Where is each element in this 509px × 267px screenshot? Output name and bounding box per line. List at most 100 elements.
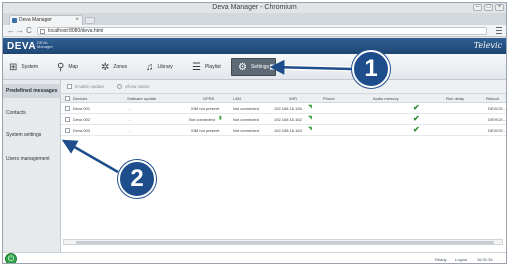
software-update: - [129, 106, 131, 111]
browser-window: Deva Manager - Chromium – □ × Deva Manag… [2, 2, 507, 264]
window-titlebar: Deva Manager - Chromium – □ × [3, 3, 506, 13]
back-icon[interactable]: ← [7, 26, 15, 35]
favicon-icon [12, 18, 17, 23]
show-status-button[interactable]: Show status [117, 84, 150, 89]
address-bar: ← → C localhost:8080/deva.html [3, 25, 506, 37]
brand-logo: DEVA [7, 41, 37, 52]
panel-toolbar: Enable update Show status [61, 80, 506, 94]
tab-strip: Deva Manager × [3, 13, 506, 25]
power-icon[interactable]: ⏻ [5, 253, 17, 263]
tab-map-label: Map [68, 64, 79, 70]
show-status-label: Show status [125, 84, 150, 89]
column-header[interactable]: Phone [323, 96, 335, 101]
window-title: Deva Manager - Chromium [212, 4, 297, 11]
table-header: Devices Software update GPRS LAN WiFi Ph… [61, 94, 506, 103]
status-ready: Ready [435, 257, 447, 262]
audio-ok-check-icon: ✔ [413, 114, 420, 123]
wifi-address: 192.168.16.164 [274, 128, 302, 133]
gprs-status: SIM not present [191, 106, 220, 111]
table-row[interactable]: Deva 003 - SIM not present Not connected… [61, 125, 506, 136]
gprs-status: SIM not present [191, 128, 220, 133]
lan-status: Not connected [233, 128, 259, 133]
sidebar-item-system-settings[interactable]: System settings [6, 132, 41, 138]
network-icon: ⊞ [9, 61, 18, 73]
browser-menu-icon[interactable] [496, 27, 502, 34]
tab-system-label: System [21, 64, 39, 70]
wifi-signal-icon: ◥ [308, 115, 312, 121]
refresh-icon [117, 84, 122, 89]
app-header: DEVA DEVA Manager Televic [3, 38, 506, 54]
enable-update-button[interactable]: Enable update [67, 84, 104, 89]
zones-icon: ✲ [101, 61, 110, 73]
software-update: - [129, 117, 131, 122]
reboot-status: DEVICE... [488, 128, 507, 133]
sidebar-item-users-management[interactable]: Users management [6, 156, 50, 162]
playlist-icon: ☰ [192, 61, 201, 73]
lan-status: Not connected [233, 106, 259, 111]
url-text: localhost:8080/deva.html [48, 28, 104, 34]
callout-badge-2: 2 [118, 160, 156, 198]
wifi-signal-icon: ◥ [308, 126, 312, 132]
tab-library[interactable]: ♫ Library [146, 58, 173, 76]
tab-playlist-label: Playlist [204, 64, 221, 70]
reboot-status: DEVICE... [488, 106, 507, 111]
column-header[interactable]: Reboot [486, 96, 499, 101]
tab-library-label: Library [157, 64, 173, 70]
main-nav: ⊞ System ⚲ Map ✲ Zones ♫ Library ☰ Playl… [3, 54, 506, 80]
horizontal-scrollbar[interactable] [63, 239, 503, 245]
close-window-icon[interactable]: × [495, 4, 504, 11]
device-name: Deva 003 [73, 128, 91, 133]
column-header[interactable]: Audio memory [373, 96, 399, 101]
lan-status: Not connected [233, 117, 259, 122]
tab-title: Deva Manager [19, 17, 52, 23]
minimize-icon[interactable]: – [473, 4, 482, 11]
column-header[interactable]: LAN [233, 96, 241, 101]
update-icon [67, 84, 72, 89]
music-note-icon: ♫ [146, 61, 154, 73]
tab-settings-label: Settings [250, 64, 270, 70]
scrollbar-thumb[interactable] [76, 241, 494, 244]
page-icon [40, 29, 45, 34]
tab-map[interactable]: ⚲ Map [57, 58, 78, 76]
row-checkbox[interactable] [65, 106, 70, 111]
device-name: Deva 002 [73, 117, 91, 122]
forward-icon[interactable]: → [16, 26, 24, 35]
reboot-status: DEVICE... [488, 117, 507, 122]
column-header[interactable]: Software update [127, 96, 156, 101]
gprs-status: Not connected [189, 117, 215, 122]
map-pin-icon: ⚲ [57, 61, 65, 73]
software-update: - [129, 128, 131, 133]
enable-update-label: Enable update [75, 84, 105, 89]
select-all-checkbox[interactable] [65, 96, 70, 101]
tab-settings[interactable]: ⚙ Settings [231, 58, 277, 76]
column-header[interactable]: GPRS [203, 96, 214, 101]
wifi-signal-icon: ◥ [308, 104, 312, 110]
url-field[interactable]: localhost:8080/deva.html [37, 27, 487, 35]
column-header[interactable]: Devices [73, 96, 87, 101]
row-checkbox[interactable] [65, 117, 70, 122]
maximize-icon[interactable]: □ [484, 4, 493, 11]
reload-icon[interactable]: C [26, 26, 32, 35]
column-header[interactable]: WiFi [289, 96, 297, 101]
tab-system[interactable]: ⊞ System [9, 58, 38, 76]
audio-ok-check-icon: ✔ [413, 103, 420, 112]
logout-link[interactable]: Logout [455, 257, 467, 262]
wifi-address: 192.168.16.162 [274, 117, 302, 122]
sidebar-item-contacts[interactable]: Contacts [6, 110, 26, 116]
tab-zones-label: Zones [113, 64, 128, 70]
tab-playlist[interactable]: ☰ Playlist [192, 58, 221, 76]
sidebar-item-predefined-messages[interactable]: Predefined messages [3, 84, 61, 98]
browser-tab[interactable]: Deva Manager × [9, 15, 83, 25]
wifi-address: 192.168.16.156 [274, 106, 302, 111]
tab-zones[interactable]: ✲ Zones [101, 58, 127, 76]
brand-subtitle: DEVA Manager [37, 40, 53, 49]
table-row[interactable]: Deva 001 - SIM not present Not connected… [61, 103, 506, 114]
new-tab-button[interactable] [85, 17, 95, 24]
table-row[interactable]: Deva 002 - Not connected ▮ Not connected… [61, 114, 506, 125]
row-checkbox[interactable] [65, 128, 70, 133]
gear-icon: ⚙ [238, 61, 247, 73]
callout-badge-1: 1 [352, 50, 390, 88]
tab-close-icon[interactable]: × [75, 16, 79, 25]
column-header[interactable]: Run delay [446, 96, 464, 101]
status-bar: ⏻ Ready Logout 16:31:35 [3, 252, 506, 263]
